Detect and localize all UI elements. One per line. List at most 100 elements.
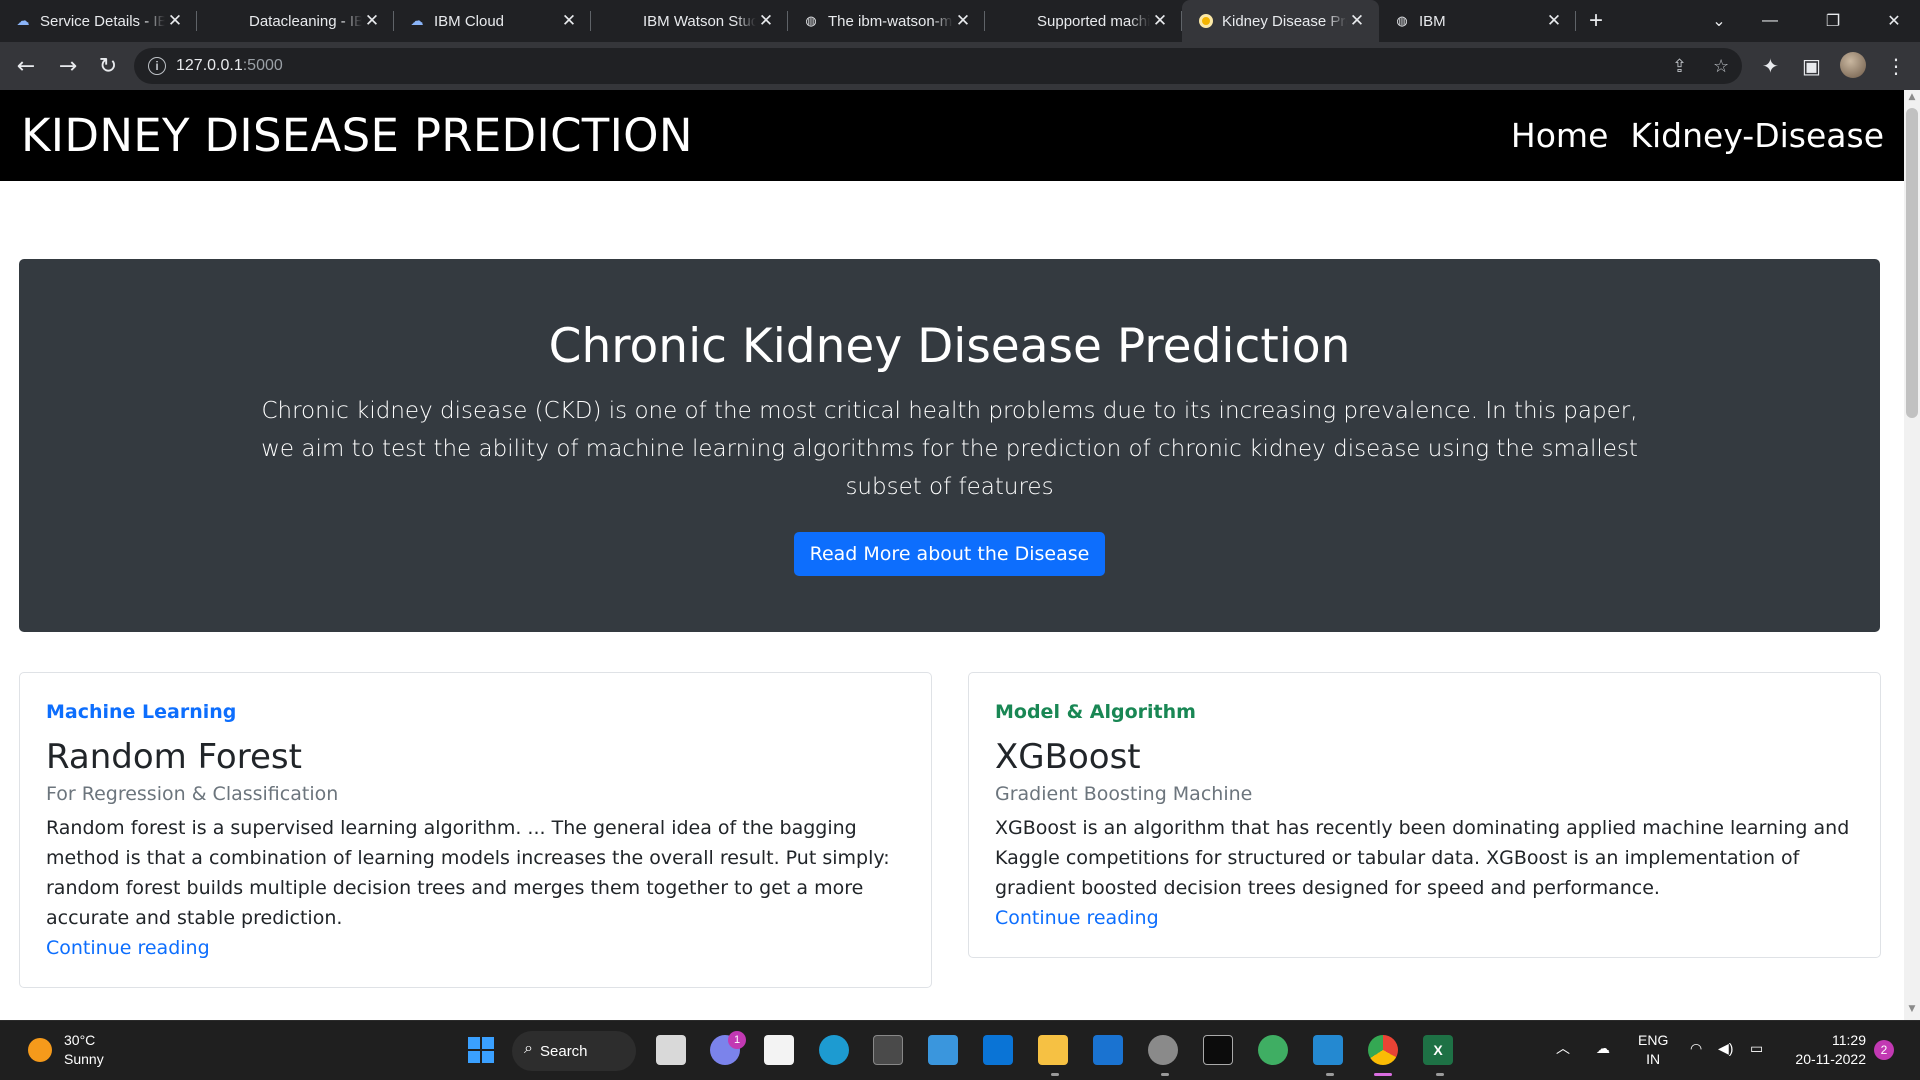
file-explorer-icon[interactable] [1038,1035,1068,1065]
clock-time: 11:29 [1832,1032,1866,1048]
tab-title: Service Details - IBM [40,12,165,30]
windows-taskbar: 30°C Sunny ⌕ Search 1 X ︿ ☁ ENG IN ◠ ◀) … [0,1020,1920,1080]
vscode-icon[interactable] [1313,1035,1343,1065]
weather-temperature: 30°C [64,1032,96,1048]
side-panel-icon[interactable]: ▣ [1802,54,1821,78]
site-info-icon[interactable]: i [148,57,166,75]
browser-toolbar: ← → ↻ i 127.0.0.1:5000 ⇪ ☆ ✦ ▣ ⋮ [0,42,1920,90]
back-arrow-icon[interactable]: ← [10,50,42,82]
tab-close-icon[interactable]: ✕ [1544,11,1564,31]
tab-datacleaning[interactable]: Datacleaning - IBM ✕ [197,0,394,42]
language-region: IN [1646,1051,1661,1067]
tab-close-icon[interactable]: ✕ [1150,11,1170,31]
share-icon[interactable]: ⇪ [1672,56,1687,77]
tab-supported-machine[interactable]: Supported machine ✕ [985,0,1182,42]
microsoft-store-icon[interactable] [764,1035,794,1065]
tab-title: IBM [1419,12,1446,30]
battery-icon[interactable]: ▭ [1750,1039,1763,1058]
card-category: Machine Learning [46,701,237,723]
card-category: Model & Algorithm [995,701,1196,723]
mail-icon[interactable] [1093,1035,1123,1065]
profile-avatar[interactable] [1840,52,1866,78]
running-indicator [1051,1073,1059,1076]
scroll-up-arrow-icon[interactable]: ▲ [1904,92,1920,102]
url-host: 127.0.0.1 [176,57,243,74]
bookmark-star-icon[interactable]: ☆ [1713,56,1729,77]
url-port: :5000 [242,57,283,74]
running-indicator [1326,1073,1334,1076]
language-code: ENG [1638,1032,1669,1048]
card-body: Random forest is a supervised learning a… [46,817,890,929]
read-more-button[interactable]: Read More about the Disease [793,532,1106,576]
edge-browser-icon[interactable] [819,1035,849,1065]
page-scrollbar[interactable]: ▲ ▼ [1904,90,1920,1020]
site-brand[interactable]: KIDNEY DISEASE PREDICTION [21,109,693,162]
continue-reading-link[interactable]: Continue reading [995,903,1854,933]
reload-icon[interactable]: ↻ [92,50,124,82]
nav-kidney-disease-link[interactable]: Kidney-Disease [1630,116,1884,155]
scroll-down-arrow-icon[interactable]: ▼ [1904,1004,1920,1014]
terminal-app-icon[interactable] [873,1035,903,1065]
atom-editor-icon[interactable] [1258,1035,1288,1065]
weather-sun-icon[interactable] [28,1038,52,1062]
page-viewport: KIDNEY DISEASE PREDICTION Home Kidney-Di… [0,90,1904,1020]
close-window-icon[interactable]: ✕ [1869,0,1919,42]
tab-kidney-disease[interactable]: Kidney Disease Prediction ✕ [1182,0,1379,42]
calculator-app-icon[interactable] [928,1035,958,1065]
site-navbar: KIDNEY DISEASE PREDICTION Home Kidney-Di… [0,90,1904,181]
forward-arrow-icon[interactable]: → [52,50,84,82]
hero-description: Chronic kidney disease (CKD) is one of t… [261,398,1638,500]
language-indicator[interactable]: ENG IN [1638,1031,1668,1069]
excel-icon[interactable]: X [1423,1035,1453,1065]
scrollbar-thumb[interactable] [1906,108,1918,418]
card-subtitle: For Regression & Classification [46,783,339,805]
browser-tab-strip: ☁ Service Details - IBM ✕ Datacleaning -… [0,0,1920,42]
chrome-icon[interactable] [1368,1035,1398,1065]
card-xgboost: Model & Algorithm XGBoost Gradient Boost… [968,672,1881,958]
wifi-icon[interactable]: ◠ [1690,1039,1702,1058]
tab-close-icon[interactable]: ✕ [953,11,973,31]
tab-close-icon[interactable]: ✕ [559,11,579,31]
minimize-icon[interactable]: — [1745,0,1795,42]
search-label: Search [540,1042,588,1060]
windows-app-icon[interactable] [983,1035,1013,1065]
start-windows-icon[interactable] [466,1035,496,1065]
more-menu-icon[interactable]: ⋮ [1886,54,1906,78]
new-tab-button[interactable]: + [1576,0,1616,42]
settings-gear-icon[interactable] [1148,1035,1178,1065]
nav-home-link[interactable]: Home [1511,116,1608,155]
card-title: Random Forest [46,737,302,777]
taskbar-search-button[interactable]: ⌕ Search [512,1031,636,1071]
tab-service-details[interactable]: ☁ Service Details - IBM ✕ [0,0,197,42]
notification-badge[interactable]: 2 [1874,1040,1894,1060]
address-bar[interactable]: i 127.0.0.1:5000 [134,48,1742,84]
tab-title: IBM Watson Studio [643,12,756,30]
clock[interactable]: 11:29 20-11-2022 [1790,1031,1866,1069]
command-prompt-icon[interactable] [1203,1035,1233,1065]
onedrive-cloud-icon[interactable]: ☁ [1596,1039,1610,1058]
task-view-icon[interactable] [656,1035,686,1065]
running-indicator [1436,1073,1444,1076]
tab-close-icon[interactable]: ✕ [165,11,185,31]
tab-watson-studio[interactable]: IBM Watson Studio ✕ [591,0,788,42]
tab-title: Datacleaning - IBM [249,12,362,30]
card-title: XGBoost [995,737,1141,777]
card-body: XGBoost is an algorithm that has recentl… [995,817,1850,899]
tab-search-chevron-icon[interactable]: ⌄ [1694,0,1744,42]
weather-widget[interactable]: 30°C Sunny [64,1031,104,1069]
tab-close-icon[interactable]: ✕ [1347,11,1367,31]
tab-close-icon[interactable]: ✕ [756,11,776,31]
continue-reading-link[interactable]: Continue reading [46,933,905,963]
search-icon: ⌕ [524,1040,533,1057]
card-subtitle: Gradient Boosting Machine [995,783,1253,805]
extensions-puzzle-icon[interactable]: ✦ [1762,54,1779,78]
tab-ibm[interactable]: ◍ IBM ✕ [1379,0,1576,42]
tab-close-icon[interactable]: ✕ [362,11,382,31]
tab-title: Kidney Disease Prediction [1222,12,1347,30]
show-hidden-icons-chevron-icon[interactable]: ︿ [1556,1039,1570,1058]
volume-icon[interactable]: ◀) [1718,1039,1733,1058]
hero-title: Chronic Kidney Disease Prediction [548,319,1351,374]
tab-ibm-watson-machine[interactable]: ◍ The ibm-watson-machine ✕ [788,0,985,42]
tab-ibm-cloud[interactable]: ☁ IBM Cloud ✕ [394,0,591,42]
restore-icon[interactable]: ❐ [1808,0,1858,42]
